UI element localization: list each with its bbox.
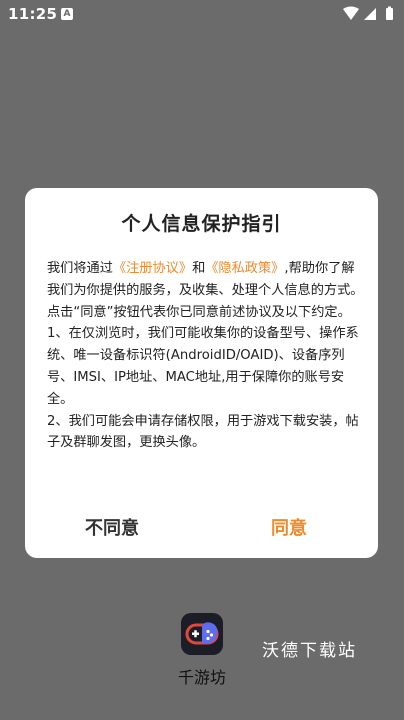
battery-icon bbox=[386, 8, 393, 20]
intro-before-text: 我们将通过 bbox=[47, 261, 113, 276]
consent-paragraph: 点击“同意”按钮代表你已同意前述协议及以下约定。 bbox=[47, 304, 351, 320]
notification-a-icon: A bbox=[61, 8, 73, 20]
dialog-buttons: 不同意 同意 bbox=[25, 506, 378, 550]
dialog-body[interactable]: 我们将通过《注册协议》和《隐私政策》,帮助你了解我们为你提供的服务，及收集、处理… bbox=[47, 258, 364, 476]
privacy-policy-link[interactable]: 《隐私政策》 bbox=[205, 261, 284, 276]
disagree-button[interactable]: 不同意 bbox=[85, 514, 139, 540]
intro-paragraph: 我们将通过《注册协议》和《隐私政策》,帮助你了解我们为你提供的服务，及收集、处理… bbox=[47, 258, 364, 302]
app-name: 千游坊 bbox=[177, 668, 226, 687]
watermark-text: 沃德下载站 bbox=[262, 641, 357, 661]
status-time: 11:25 bbox=[8, 5, 58, 23]
storage-permission-paragraph: 2、我们可能会申请存储权限，用于游戏下载安装，帖子及群聊发图，更换头像。 bbox=[47, 413, 359, 451]
status-bar: 11:25 A bbox=[0, 0, 404, 30]
agree-button[interactable]: 同意 bbox=[271, 514, 307, 540]
wifi-icon bbox=[343, 6, 359, 20]
device-info-paragraph: 1、在仅浏览时，我们可能收集你的设备型号、操作系统、唯一设备标识符(Androi… bbox=[47, 326, 359, 407]
signal-icon bbox=[364, 8, 376, 20]
privacy-dialog: 个人信息保护指引 我们将通过《注册协议》和《隐私政策》,帮助你了解我们为你提供的… bbox=[25, 188, 378, 558]
dialog-title: 个人信息保护指引 bbox=[121, 213, 282, 235]
intro-and-text: 和 bbox=[192, 261, 206, 276]
register-agreement-link[interactable]: 《注册协议》 bbox=[113, 261, 192, 276]
status-icons bbox=[343, 6, 393, 20]
gamepad-icon bbox=[181, 613, 223, 655]
